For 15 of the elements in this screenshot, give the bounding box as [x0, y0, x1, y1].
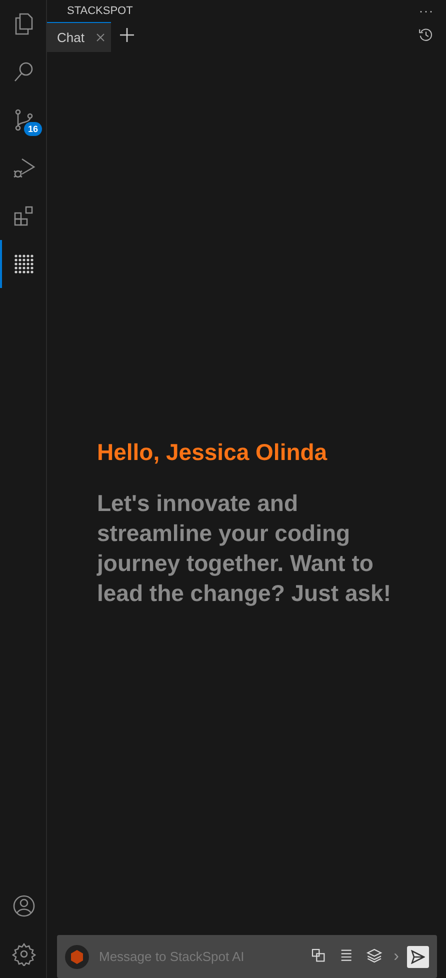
welcome-message: Let's innovate and streamline your coding journey together. Want to lead the change? Just ask! — [97, 489, 392, 608]
panel-title: STACKSPOT — [67, 5, 133, 17]
count-badge: 16 — [24, 122, 42, 136]
settings-icon — [12, 942, 36, 966]
chat-tab[interactable]: Chat — [47, 22, 112, 52]
history-icon — [418, 26, 434, 42]
plus-icon — [119, 26, 136, 42]
run-debug-icon — [12, 156, 36, 180]
avatar-icon — [65, 944, 89, 968]
greeting: Hello, Jessica Olinda — [97, 439, 328, 466]
account-icon — [12, 894, 36, 918]
more-actions-button[interactable]: ··· — [419, 4, 434, 18]
send-button[interactable] — [407, 946, 429, 968]
activity-bar-item[interactable]: 16 — [0, 96, 46, 144]
close-icon[interactable] — [96, 33, 106, 42]
